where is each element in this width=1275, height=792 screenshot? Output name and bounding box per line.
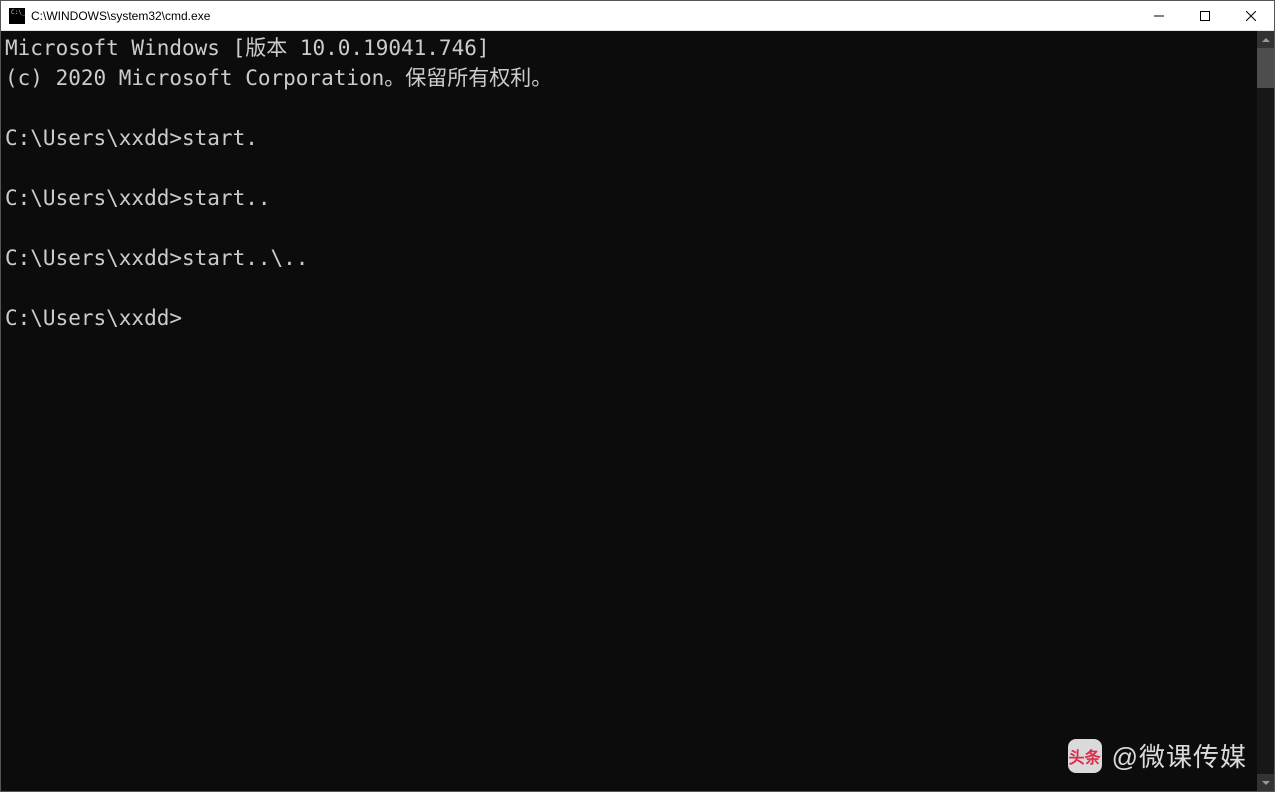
maximize-icon: [1200, 11, 1210, 21]
chevron-down-icon: [1262, 781, 1270, 785]
close-button[interactable]: [1228, 1, 1274, 30]
terminal-output[interactable]: Microsoft Windows [版本 10.0.19041.746](c)…: [1, 31, 1257, 791]
chevron-up-icon: [1262, 38, 1270, 42]
vertical-scrollbar[interactable]: [1257, 31, 1274, 791]
window-controls: [1136, 1, 1274, 30]
terminal-line: (c) 2020 Microsoft Corporation。保留所有权利。: [5, 63, 1257, 93]
minimize-button[interactable]: [1136, 1, 1182, 30]
terminal-line: C:\Users\xxdd>start.: [5, 123, 1257, 153]
maximize-button[interactable]: [1182, 1, 1228, 30]
titlebar[interactable]: C:\WINDOWS\system32\cmd.exe: [1, 1, 1274, 31]
terminal-line: [5, 213, 1257, 243]
scroll-down-button[interactable]: [1257, 774, 1274, 791]
terminal-line: [5, 153, 1257, 183]
terminal-line: C:\Users\xxdd>: [5, 303, 1257, 333]
terminal-line: [5, 273, 1257, 303]
cmd-window: C:\WINDOWS\system32\cmd.exe Microsoft Wi…: [0, 0, 1275, 792]
terminal-line: C:\Users\xxdd>start..\..: [5, 243, 1257, 273]
terminal-line: C:\Users\xxdd>start..: [5, 183, 1257, 213]
close-icon: [1246, 11, 1256, 21]
cmd-icon: [9, 8, 25, 24]
scroll-thumb[interactable]: [1257, 48, 1274, 88]
terminal-line: [5, 93, 1257, 123]
window-title: C:\WINDOWS\system32\cmd.exe: [31, 9, 1136, 23]
scroll-up-button[interactable]: [1257, 31, 1274, 48]
terminal-line: Microsoft Windows [版本 10.0.19041.746]: [5, 33, 1257, 63]
minimize-icon: [1154, 11, 1164, 21]
scroll-track[interactable]: [1257, 48, 1274, 774]
client-area: Microsoft Windows [版本 10.0.19041.746](c)…: [1, 31, 1274, 791]
